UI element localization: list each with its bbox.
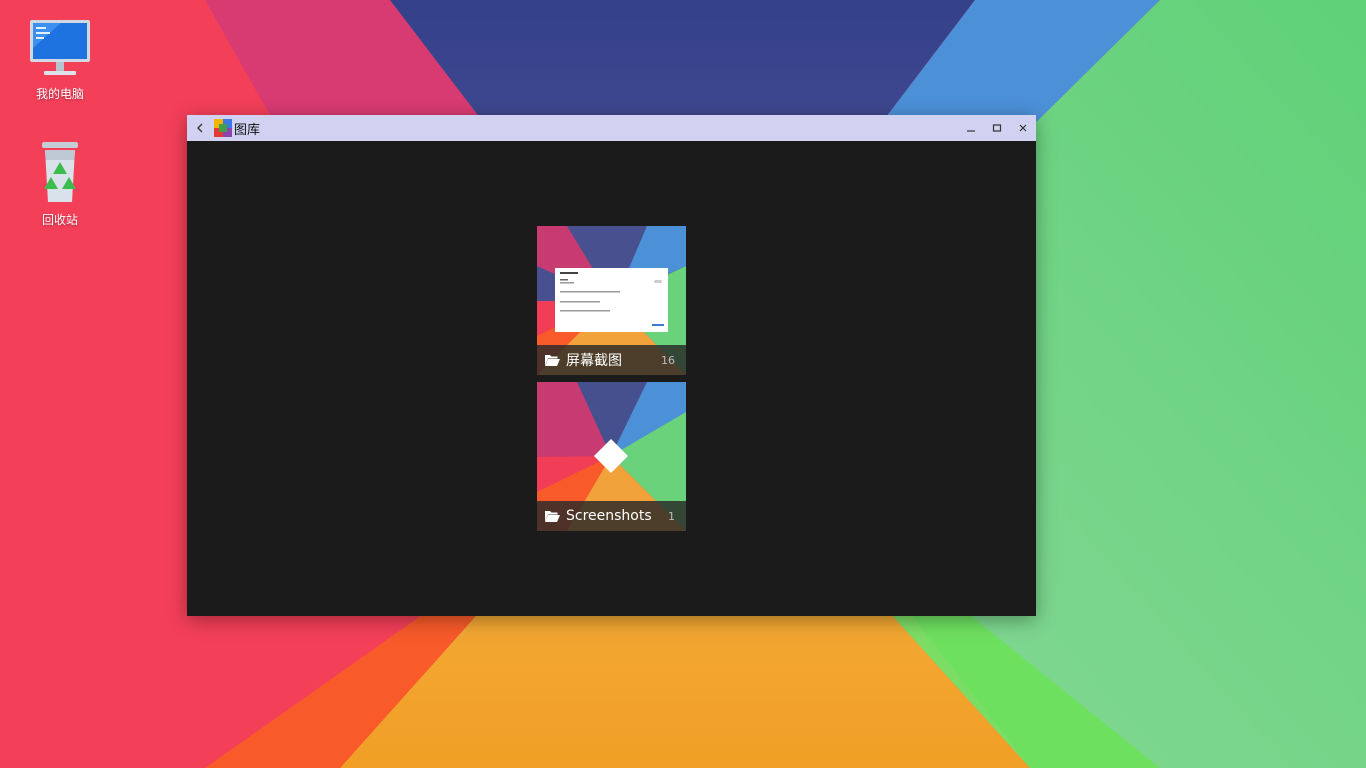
maximize-icon[interactable]	[984, 115, 1010, 141]
desktop-icon-recycle-bin[interactable]: 回收站	[10, 140, 110, 228]
album-caption: Screenshots 1	[537, 501, 686, 531]
folder-open-icon	[545, 511, 560, 522]
desktop-icon-my-computer[interactable]: 我的电脑	[10, 18, 110, 102]
gallery-app-icon	[214, 119, 232, 137]
desktop-icon-label: 我的电脑	[35, 87, 84, 101]
album-tile-screenshots[interactable]: Screenshots 1	[537, 382, 686, 531]
album-name: 屏幕截图	[566, 353, 622, 369]
album-name: Screenshots	[566, 508, 652, 524]
gallery-window: 图库 屏幕截图 16 Screenshots 1	[187, 115, 1036, 616]
window-controls	[958, 115, 1036, 141]
computer-icon	[30, 20, 90, 75]
recycle-bin-icon	[42, 142, 78, 202]
album-tile-screen-captures[interactable]: 屏幕截图 16	[537, 226, 686, 375]
desktop-icon-label: 回收站	[41, 213, 78, 227]
close-icon[interactable]	[1010, 115, 1036, 141]
minimize-icon[interactable]	[958, 115, 984, 141]
window-titlebar[interactable]: 图库	[187, 115, 1036, 141]
album-caption: 屏幕截图 16	[537, 345, 686, 375]
folder-open-icon	[545, 355, 560, 366]
album-count: 1	[668, 509, 675, 523]
window-title: 图库	[234, 122, 261, 138]
back-arrow-icon[interactable]	[187, 115, 213, 141]
album-count: 16	[661, 353, 675, 367]
